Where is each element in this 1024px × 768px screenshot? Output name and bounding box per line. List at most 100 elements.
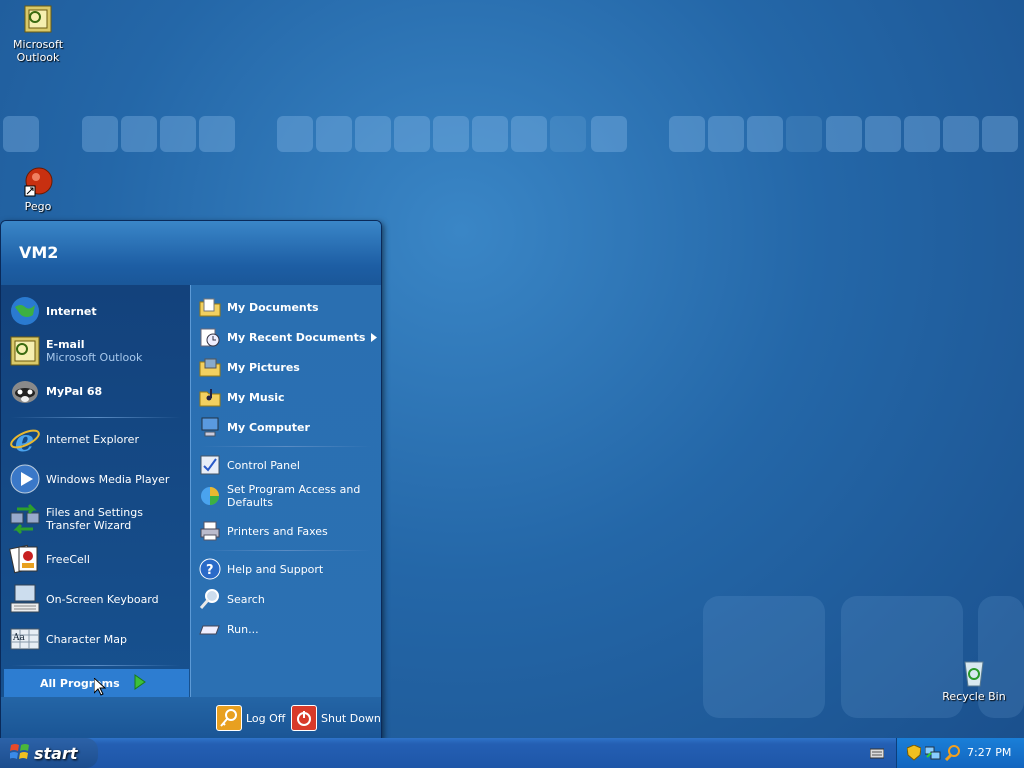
transfer-wizard-icon [9, 503, 41, 535]
recent-item[interactable]: Files and Settings Transfer Wizard [9, 501, 187, 537]
character-map-icon: Aa [9, 623, 41, 655]
my-pictures-item[interactable]: My Pictures [199, 353, 375, 381]
set-program-access-item[interactable]: Set Program Access and Defaults [199, 481, 375, 511]
svg-text:e: e [15, 424, 34, 455]
globe-icon [9, 295, 41, 327]
keyboard-layout-icon[interactable] [869, 747, 885, 762]
security-shield-icon[interactable] [906, 744, 922, 764]
recent-label: Character Map [46, 632, 128, 646]
printer-icon [199, 520, 221, 542]
pinned-mypal[interactable]: MyPal 68 [9, 373, 187, 409]
search-item[interactable]: Search [199, 585, 375, 613]
pinned-internet[interactable]: Internet [9, 293, 187, 329]
item-label: My Documents [227, 300, 319, 314]
taskbar: start 7:27 PM [0, 738, 1024, 768]
start-button[interactable]: start [0, 738, 98, 768]
all-programs-label: All Programs [40, 676, 120, 690]
item-label: Printers and Faxes [227, 524, 328, 538]
pinned-label: MyPal 68 [46, 384, 103, 398]
recent-item[interactable]: FreeCell [9, 541, 187, 577]
my-documents-item[interactable]: My Documents [199, 293, 375, 321]
key-icon [216, 705, 242, 731]
internet-explorer-icon: e [9, 423, 41, 459]
recent-item[interactable]: On-Screen Keyboard [9, 581, 187, 617]
computer-icon [199, 416, 221, 438]
recent-label: Windows Media Player [46, 472, 170, 486]
help-icon: ? [199, 558, 221, 580]
start-menu-right-pane: My Documents My Recent Documents My Pict… [190, 285, 381, 697]
clock[interactable]: 7:27 PM [967, 746, 1011, 759]
control-panel-icon [199, 454, 221, 476]
run-icon [199, 618, 221, 640]
recent-item[interactable]: e Internet Explorer [9, 421, 187, 459]
item-label: Search [227, 592, 265, 606]
separator [201, 550, 371, 551]
arrow-right-icon [134, 673, 146, 693]
desktop-icon-outlook[interactable]: Microsoft Outlook [0, 4, 76, 64]
control-panel-item[interactable]: Control Panel [199, 451, 375, 479]
pinned-label: Internet [46, 304, 97, 318]
chevron-right-icon [371, 332, 377, 345]
pinned-email[interactable]: E-mail Microsoft Outlook [9, 333, 187, 369]
svg-text:Aa: Aa [12, 633, 25, 643]
start-menu-left-pane: Internet E-mail Microsoft Outlook MyPal … [1, 285, 190, 697]
folder-documents-icon [199, 296, 221, 318]
help-support-item[interactable]: ? Help and Support [199, 555, 375, 583]
desktop-icon-recycle-bin[interactable]: Recycle Bin [936, 656, 1012, 703]
pinned-sublabel: Microsoft Outlook [46, 351, 143, 364]
log-off-button[interactable]: Log Off [216, 705, 285, 731]
item-label: My Pictures [227, 360, 300, 374]
windows-logo-icon [9, 743, 30, 764]
shut-down-button[interactable]: Shut Down [291, 705, 381, 731]
mouse-cursor-icon [93, 676, 107, 699]
media-player-icon [9, 463, 41, 495]
outlook-icon [22, 4, 54, 36]
recent-label: FreeCell [46, 552, 90, 566]
item-label: My Recent Documents [227, 330, 366, 344]
pinned-label: E-mail [46, 338, 85, 351]
pego-icon [22, 166, 54, 198]
start-menu: VM2 Internet E-mail Microsoft Outlook My… [0, 220, 382, 740]
raccoon-icon [9, 375, 41, 407]
shut-down-label: Shut Down [321, 711, 381, 725]
start-menu-header: VM2 [1, 221, 381, 285]
item-label: Set Program Access and Defaults [227, 483, 361, 509]
log-off-label: Log Off [246, 711, 286, 725]
program-access-icon [199, 485, 221, 507]
recent-documents-icon [199, 326, 221, 348]
search-tray-icon[interactable] [944, 745, 961, 764]
item-label: My Music [227, 390, 285, 404]
my-recent-documents-item[interactable]: My Recent Documents [199, 323, 377, 351]
printers-faxes-item[interactable]: Printers and Faxes [199, 517, 375, 545]
my-music-item[interactable]: My Music [199, 383, 375, 411]
run-item[interactable]: Run... [199, 615, 375, 643]
item-label: My Computer [227, 420, 310, 434]
separator [201, 446, 371, 447]
separator [11, 417, 181, 418]
recent-label: On-Screen Keyboard [46, 592, 159, 606]
network-icon[interactable] [924, 745, 941, 764]
desktop-icon-label: Microsoft Outlook [12, 38, 64, 64]
desktop-icon-label: Pego [24, 200, 52, 213]
freecell-icon [9, 543, 41, 575]
user-name: VM2 [19, 243, 59, 262]
recent-item[interactable]: Aa Character Map [9, 621, 187, 657]
item-label: Control Panel [227, 458, 300, 472]
folder-pictures-icon [199, 356, 221, 378]
keyboard-icon [9, 583, 41, 615]
wallpaper-tiles [0, 116, 1024, 156]
recycle-bin-icon [958, 656, 990, 688]
separator [11, 665, 181, 666]
recent-item[interactable]: Windows Media Player [9, 461, 187, 497]
desktop-icon-pego[interactable]: Pego [0, 166, 76, 213]
system-tray: 7:27 PM [896, 738, 1024, 768]
desktop-icon-label: Recycle Bin [942, 690, 1006, 703]
start-label: start [34, 743, 78, 763]
power-icon [291, 705, 317, 731]
item-label: Help and Support [227, 562, 324, 576]
outlook-icon [9, 335, 41, 367]
my-computer-item[interactable]: My Computer [199, 413, 375, 441]
recent-label: Internet Explorer [46, 432, 139, 446]
wallpaper-square [703, 596, 825, 718]
svg-text:?: ? [206, 563, 214, 578]
